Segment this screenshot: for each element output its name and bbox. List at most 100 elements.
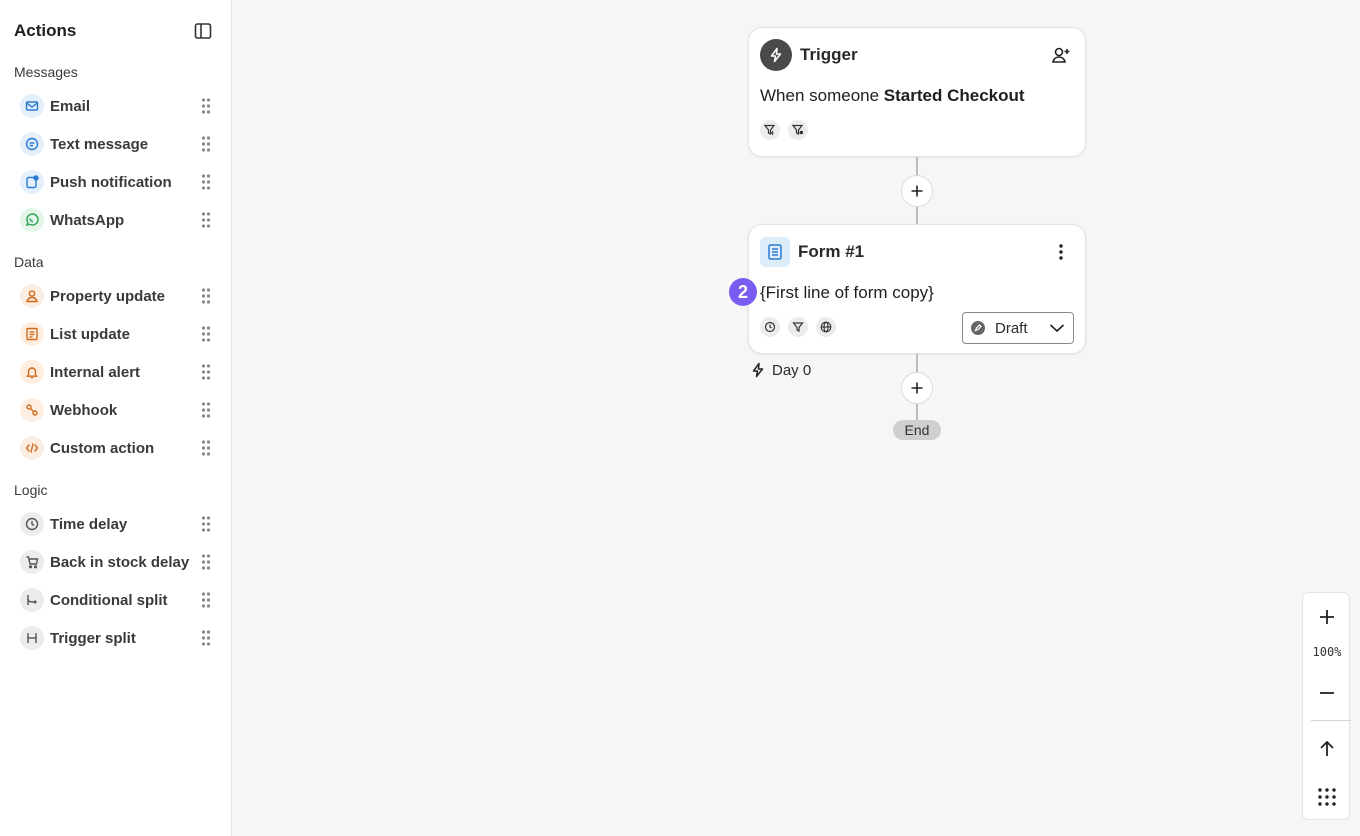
drag-handle-icon[interactable] [200, 325, 212, 343]
drag-handle-icon[interactable] [200, 135, 212, 153]
zoom-controls: 100% [1302, 592, 1351, 820]
action-label: Back in stock delay [50, 553, 190, 571]
zoom-in-button[interactable] [1303, 599, 1351, 635]
action-time-delay[interactable]: Time delay [20, 510, 216, 538]
drag-handle-icon[interactable] [200, 97, 212, 115]
clock-icon[interactable] [760, 317, 780, 337]
action-push-notification[interactable]: Push notification [20, 168, 216, 196]
sidebar-title: Actions [14, 21, 77, 40]
step-number-badge: 2 [729, 278, 757, 306]
form-title: Form #1 [798, 242, 865, 261]
end-marker: End [893, 420, 941, 440]
trigger-description-prefix: When someone [760, 86, 884, 105]
drag-handle-icon[interactable] [200, 439, 212, 457]
drag-handle-icon[interactable] [200, 553, 212, 571]
add-step-button[interactable] [901, 372, 933, 404]
drag-handle-icon[interactable] [200, 287, 212, 305]
trigger-node[interactable]: Trigger When someone Started Checkout [748, 27, 1086, 157]
action-property-update[interactable]: Property update [20, 282, 216, 310]
action-conditional-split[interactable]: Conditional split [20, 586, 216, 614]
action-webhook[interactable]: Webhook [20, 396, 216, 424]
action-custom-action[interactable]: Custom action [20, 434, 216, 462]
trigger-filter-icon[interactable] [760, 120, 780, 140]
form-document-icon [760, 237, 790, 267]
add-step-button[interactable] [901, 175, 933, 207]
grid-dots-icon [1318, 788, 1336, 806]
filter-icon[interactable] [788, 317, 808, 337]
action-label: Push notification [50, 173, 172, 191]
action-label: WhatsApp [50, 211, 125, 229]
drag-handle-icon[interactable] [200, 363, 212, 381]
action-label: Property update [50, 287, 166, 305]
drag-handle-icon[interactable] [200, 591, 212, 609]
trigger-chip-row [760, 120, 808, 140]
drag-handle-icon[interactable] [200, 401, 212, 419]
status-value: Draft [995, 319, 1028, 337]
section-label-data: Data [14, 254, 44, 270]
plus-icon [911, 382, 923, 394]
sidebar-header: Actions [14, 20, 213, 42]
person-icon [20, 284, 44, 308]
action-email[interactable]: Email [20, 92, 216, 120]
split-icon [20, 588, 44, 612]
add-profile-icon[interactable] [1049, 43, 1073, 67]
lightning-icon [760, 39, 792, 71]
action-label: Time delay [50, 515, 128, 533]
zoom-out-button[interactable] [1303, 675, 1351, 711]
drag-handle-icon[interactable] [200, 515, 212, 533]
globe-icon[interactable] [816, 317, 836, 337]
action-label: Webhook [50, 401, 118, 419]
action-text-message[interactable]: Text message [20, 130, 216, 158]
form-copy: {First line of form copy} [760, 283, 934, 302]
form-node-header: Form #1 [760, 236, 1073, 268]
form-node[interactable]: Form #1 {First line of form copy} Draft [748, 224, 1086, 354]
action-list-update[interactable]: List update [20, 320, 216, 348]
minimap-button[interactable] [1303, 779, 1351, 815]
code-icon [20, 436, 44, 460]
plus-icon [911, 185, 923, 197]
plus-icon [1320, 610, 1334, 624]
action-trigger-split[interactable]: Trigger split [20, 624, 216, 652]
action-back-in-stock-delay[interactable]: Back in stock delay [20, 548, 216, 576]
trigger-description: When someone Started Checkout [760, 86, 1025, 106]
scroll-to-top-button[interactable] [1303, 731, 1351, 767]
day-label-text: Day 0 [772, 361, 812, 379]
zoom-divider [1311, 720, 1351, 721]
bell-icon [20, 360, 44, 384]
status-dropdown[interactable]: Draft [962, 312, 1074, 344]
more-options-icon[interactable] [1049, 240, 1073, 264]
trigger-split-icon [20, 626, 44, 650]
clock-icon [20, 512, 44, 536]
minus-icon [1320, 692, 1334, 694]
cart-icon [20, 550, 44, 574]
chat-bubble-icon [20, 132, 44, 156]
section-label-messages: Messages [14, 64, 78, 80]
draft-status-icon [971, 321, 985, 335]
action-internal-alert[interactable]: Internal alert [20, 358, 216, 386]
arrow-up-icon [1320, 740, 1334, 756]
list-icon [20, 322, 44, 346]
drag-handle-icon[interactable] [200, 211, 212, 229]
action-label: Custom action [50, 439, 155, 457]
whatsapp-icon [20, 208, 44, 232]
action-whatsapp[interactable]: WhatsApp [20, 206, 216, 234]
collapse-sidebar-icon[interactable] [193, 21, 213, 41]
action-label: Email [50, 97, 91, 115]
zoom-level: 100% [1312, 645, 1342, 659]
profile-filter-icon[interactable] [788, 120, 808, 140]
action-label: Conditional split [50, 591, 168, 609]
action-label: List update [50, 325, 131, 343]
push-notification-icon [20, 170, 44, 194]
drag-handle-icon[interactable] [200, 173, 212, 191]
envelope-icon [20, 94, 44, 118]
actions-sidebar: Actions Messages Email Text message Push… [0, 0, 232, 836]
trigger-event-name: Started Checkout [883, 86, 1025, 105]
lightning-icon [752, 362, 764, 378]
drag-handle-icon[interactable] [200, 629, 212, 647]
chevron-down-icon [1047, 318, 1067, 338]
action-label: Trigger split [50, 629, 136, 647]
action-label: Text message [50, 135, 149, 153]
trigger-title: Trigger [800, 45, 858, 64]
form-chip-row [760, 317, 836, 337]
action-label: Internal alert [50, 363, 141, 381]
